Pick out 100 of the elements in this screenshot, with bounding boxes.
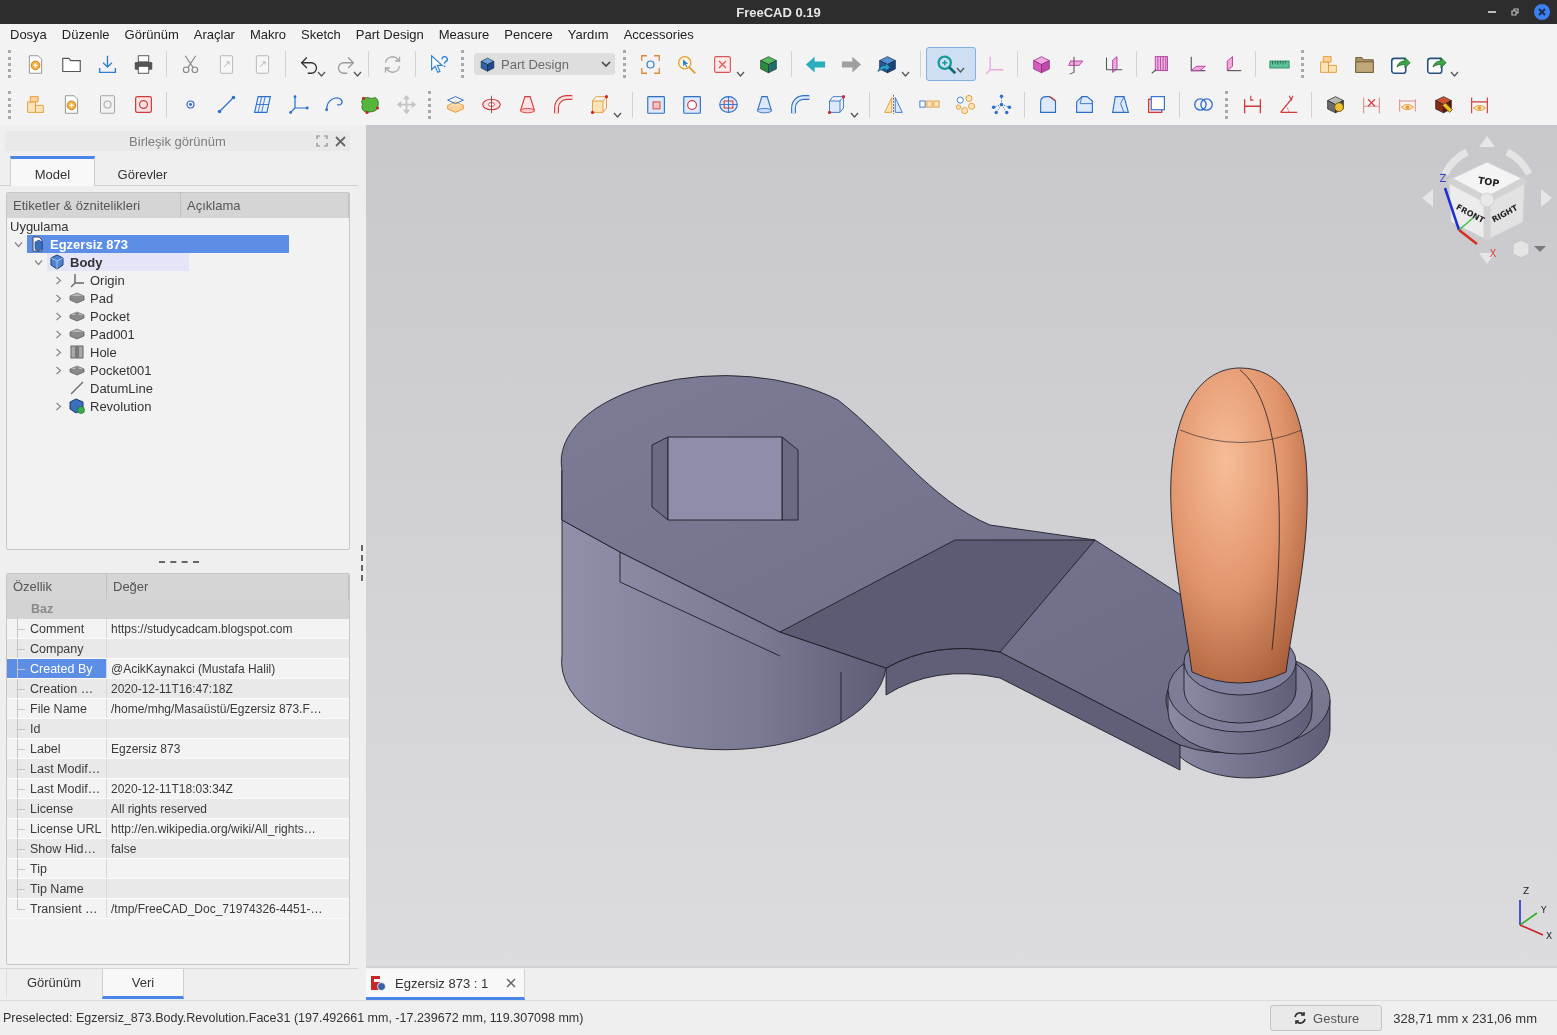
document-tab[interactable]: Egzersiz 873 : 1 [366,969,525,1000]
property-value[interactable]: http://en.wikipedia.org/wiki/All_rights… [107,819,349,838]
cube-gauge-icon[interactable] [1324,94,1346,115]
expand-icon[interactable] [316,135,328,147]
chevron-right-icon[interactable] [54,365,63,375]
angle-icon[interactable] [1277,94,1299,115]
tree-item[interactable]: Hole [67,343,189,361]
caret-icon[interactable] [317,71,326,77]
menu-item[interactable]: Düzenle [54,26,117,42]
printer-icon[interactable] [132,53,154,75]
tapered-box-icon[interactable] [1109,94,1131,115]
dimension-icon[interactable] [1241,94,1263,115]
chevron-down-icon[interactable] [14,239,23,249]
slab-icon[interactable] [444,94,466,115]
magnifier-icon[interactable] [935,53,957,75]
caret-icon[interactable] [353,71,362,77]
tree-item[interactable]: Pad001 [67,325,189,343]
tree-item[interactable]: Revolution [67,397,189,415]
chevron-right-icon[interactable] [54,347,63,357]
property-name[interactable]: Transient … [7,899,107,918]
property-name[interactable]: Comment [7,619,107,638]
tree-item[interactable]: DatumLine [67,379,189,397]
panel-tab[interactable]: Model [10,156,95,186]
toolbar-grip[interactable] [8,90,11,119]
property-value[interactable]: /home/mhg/Masaüstü/Egzersiz 873.F… [107,699,349,718]
pipe-icon[interactable] [789,94,811,115]
property-name[interactable]: Label [7,739,107,758]
tree-item[interactable]: Pocket001 [67,361,189,379]
property-value[interactable]: https://studycadcam.blogspot.com [107,619,349,638]
caret-icon[interactable] [1450,71,1459,77]
caret-icon[interactable] [736,71,745,77]
column-header[interactable]: Açıklama [181,193,349,218]
square-cross-icon[interactable] [711,53,733,75]
workbench-selector[interactable]: Part Design [474,53,615,75]
menu-item[interactable]: Yardım [560,26,616,42]
box-corners-icon[interactable] [588,94,610,115]
caret-icon[interactable] [850,112,859,118]
chevron-right-icon[interactable] [54,293,63,303]
zoom-tool-button[interactable] [926,47,976,81]
crossed-circle-icon[interactable] [717,94,739,115]
cube-icon[interactable] [757,53,779,75]
cube-icon[interactable] [479,55,496,73]
caret-icon[interactable] [613,112,622,118]
line-icon[interactable] [215,94,237,115]
tree-item[interactable]: Origin [67,271,189,289]
pipe-icon[interactable] [552,94,574,115]
property-name[interactable]: License URL [7,819,107,838]
circle-pattern-icon[interactable] [954,94,976,115]
restore-icon[interactable] [1511,8,1519,16]
menu-item[interactable]: Part Design [348,26,431,42]
caret-icon[interactable] [901,71,910,77]
menu-item[interactable]: Sketch [294,26,348,42]
toolbar-grip[interactable] [8,50,11,78]
property-value[interactable]: /tmp/FreeCAD_Doc_71974326-4451-… [107,899,349,918]
menu-item[interactable]: Measure [431,26,497,42]
property-value[interactable]: false [107,839,349,858]
property-name[interactable]: Show Hid… [7,839,107,858]
menu-item[interactable]: Araçlar [186,26,242,42]
mirror-triangles-icon[interactable] [882,94,904,115]
close-icon[interactable] [335,135,346,147]
chevron-right-icon[interactable] [54,311,63,321]
splitter-handle[interactable] [361,544,363,581]
menu-item[interactable]: Accessories [616,26,701,42]
close-icon[interactable] [1534,4,1550,20]
toolbar-grip[interactable] [623,50,626,78]
navigation-style-button[interactable]: Gesture [1270,1005,1383,1031]
property-value[interactable]: 2020-12-11T16:47:18Z [107,679,349,698]
cube-icon[interactable] [1030,53,1052,75]
inset-square-icon[interactable] [645,94,667,115]
panel-tab[interactable]: Veri [102,969,184,999]
property-value[interactable]: @AcikKaynakci (Mustafa Halil) [107,659,349,678]
fit-all-icon[interactable] [639,53,661,75]
toolbar-grip[interactable] [1225,90,1228,119]
box-corners-icon[interactable] [825,94,847,115]
chevron-down-icon[interactable] [34,257,43,267]
pointer-question-icon[interactable] [428,53,450,75]
property-name[interactable]: Creation … [7,679,107,698]
grid-plane-icon[interactable] [251,94,273,115]
ring-icon[interactable] [480,94,502,115]
blob-icon[interactable] [359,94,381,115]
rounded-box-icon[interactable] [1037,94,1059,115]
property-value[interactable]: All rights reserved [107,799,349,818]
property-name[interactable]: Last Modif… [7,779,107,798]
property-name[interactable]: License [7,799,107,818]
menu-item[interactable]: Makro [242,26,294,42]
menu-item[interactable]: Görünüm [117,26,186,42]
panel-tab[interactable]: Görevler [95,156,190,186]
property-value[interactable]: Egzersiz 873 [107,739,349,758]
striped-plane-icon[interactable] [1149,53,1171,75]
caret-icon[interactable] [955,67,965,73]
tree-item[interactable]: Pad [67,289,189,307]
magnifier-icon[interactable] [675,53,697,75]
tree-item[interactable]: Pocket [67,307,189,325]
nested-squares-icon[interactable] [1145,94,1167,115]
dot-star-icon[interactable] [990,94,1012,115]
tree-item[interactable]: Body [47,253,189,271]
column-header[interactable]: Etiketler & öznitelikleri [7,193,181,218]
property-value[interactable]: 2020-12-11T18:03:34Z [107,779,349,798]
chevron-right-icon[interactable] [54,329,63,339]
cube-arrow-icon[interactable] [876,53,898,75]
